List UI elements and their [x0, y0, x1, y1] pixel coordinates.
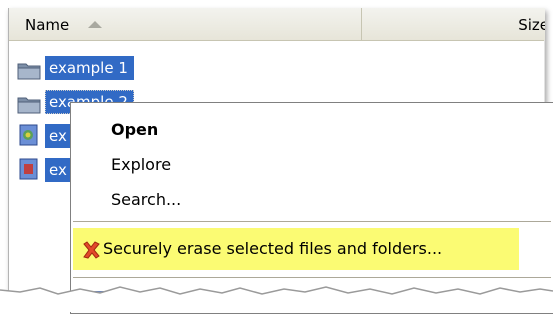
folder-icon: [17, 97, 41, 114]
column-header-size[interactable]: Size: [362, 8, 545, 40]
menu-item-explore[interactable]: Explore: [111, 155, 171, 174]
red-x-icon: [83, 241, 100, 259]
document-icon: [19, 124, 38, 146]
sort-ascending-icon: [88, 21, 102, 28]
file-name: example 1: [45, 56, 134, 80]
menu-item-secure-erase-label: Securely erase selected files and folder…: [103, 239, 443, 258]
menu-item-open[interactable]: Open: [111, 120, 158, 139]
column-size-label: Size: [518, 16, 545, 34]
column-header: Name Size: [9, 8, 545, 41]
menu-item-search[interactable]: Search...: [111, 190, 181, 209]
column-header-name[interactable]: Name: [9, 8, 362, 40]
torn-edge: [0, 286, 553, 312]
folder-icon: [17, 63, 41, 80]
file-name: ex: [45, 158, 73, 182]
column-name-label: Name: [25, 16, 70, 34]
file-name: ex: [45, 124, 73, 148]
menu-item-secure-erase[interactable]: Securely erase selected files and folder…: [73, 228, 519, 270]
document-icon: [19, 158, 38, 180]
menu-separator: [73, 221, 551, 222]
